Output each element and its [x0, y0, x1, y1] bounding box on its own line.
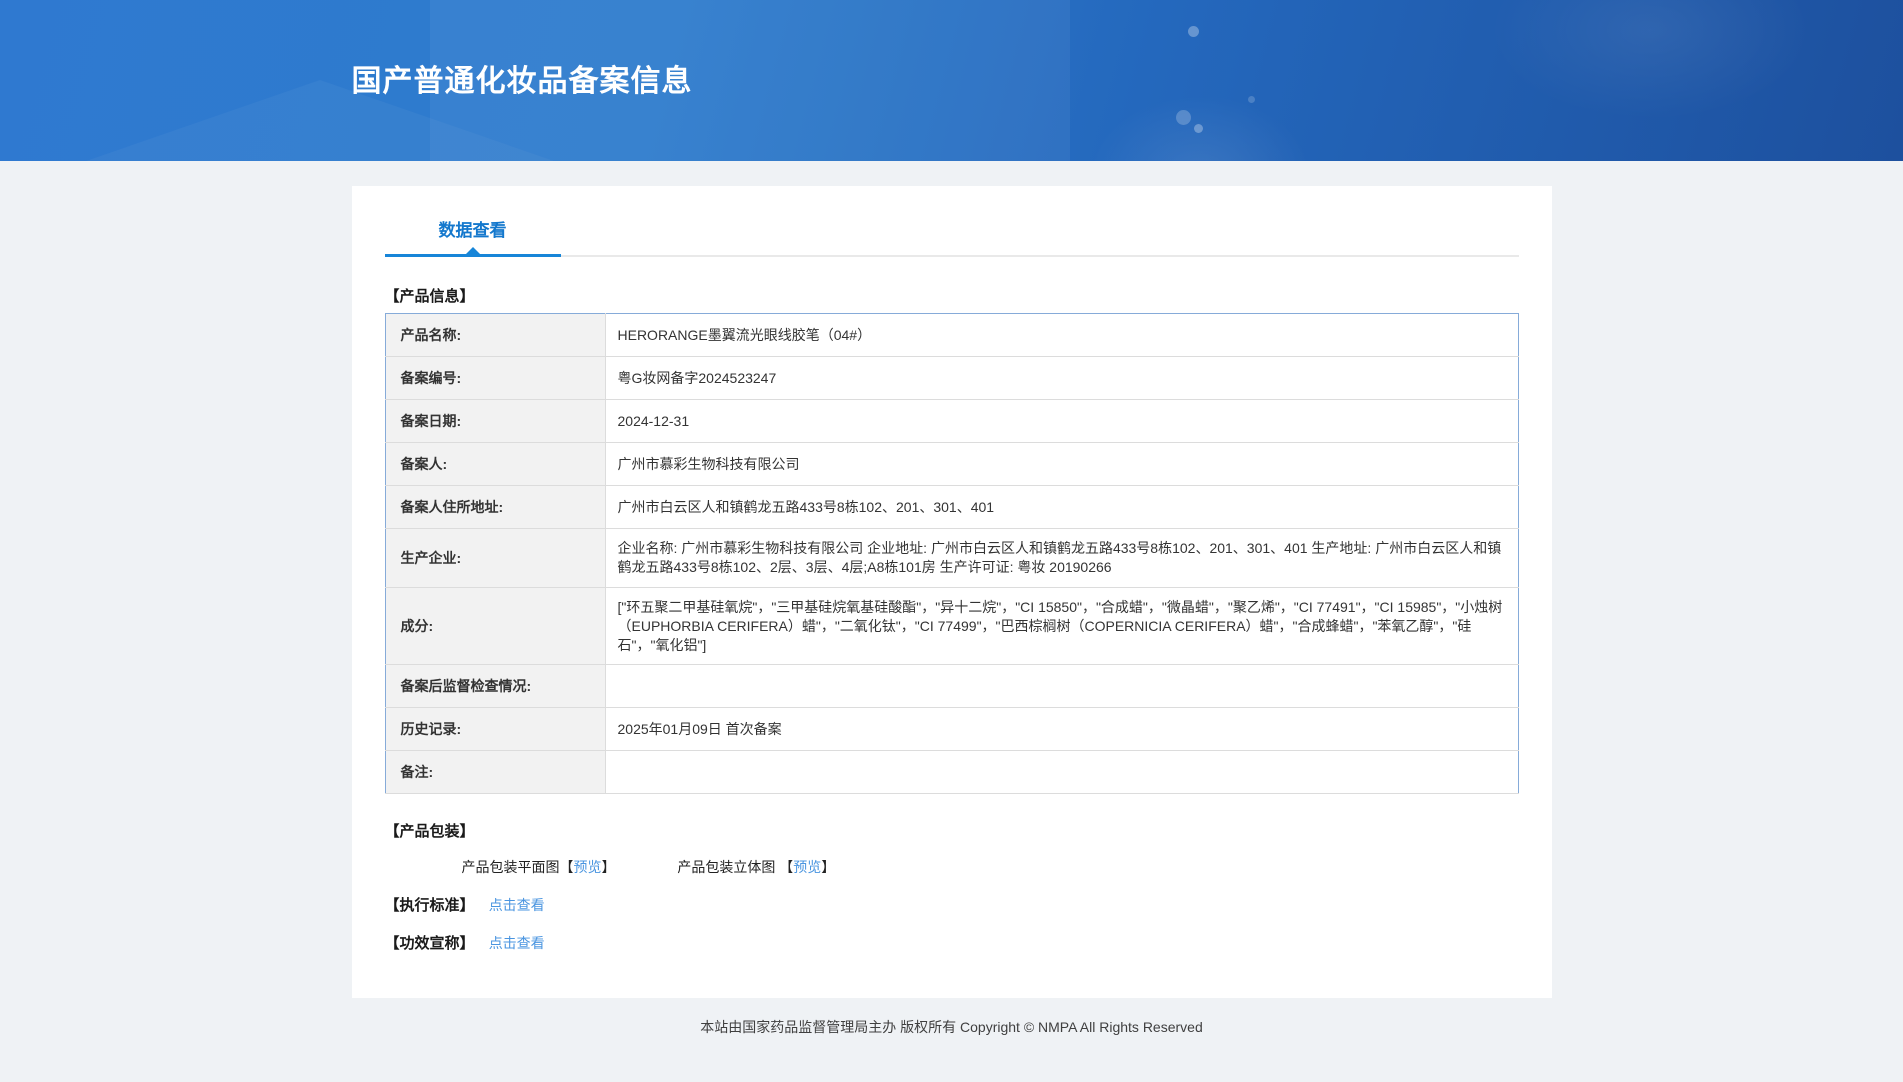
field-value: HERORANGE墨翼流光眼线胶笔（04#） — [604, 313, 1518, 357]
field-value: 2025年01月09日 首次备案 — [604, 707, 1518, 752]
packaging-3d-label: 产品包装立体图 — [677, 859, 780, 876]
section-title-product-info: 【产品信息】 — [384, 288, 475, 305]
field-value: 企业名称: 广州市慕彩生物科技有限公司 企业地址: 广州市白云区人和镇鹤龙五路4… — [604, 528, 1518, 588]
table-row-remarks: 备注: — [385, 750, 1518, 795]
field-label: 备案日期: — [385, 399, 605, 443]
packaging-flat-label: 产品包装平面图 — [461, 859, 560, 876]
section-title-packaging: 【产品包装】 — [384, 823, 475, 841]
tab-bar: 数据查看 — [384, 216, 1519, 257]
packaging-flat-view: 产品包装平面图【预览】 — [462, 857, 616, 877]
field-label: 历史记录: — [385, 707, 605, 752]
table-row-ingredients: 成分: ["环五聚二甲基硅氧烷"，"三甲基硅烷氧基硅酸酯"，"异十二烷"，"CI… — [385, 587, 1518, 666]
execution-standard-row: 【执行标准】 点击查看 — [385, 894, 1519, 915]
section-title-efficacy-claim: 【功效宣称】 — [384, 935, 475, 953]
table-row-filer: 备案人: 广州市慕彩生物科技有限公司 — [385, 442, 1518, 486]
decor-dot — [1176, 110, 1191, 125]
field-value: 广州市慕彩生物科技有限公司 — [604, 442, 1518, 486]
packaging-3d-view: 产品包装立体图 【预览】 — [677, 857, 835, 877]
field-value: ["环五聚二甲基硅氧烷"，"三甲基硅烷氧基硅酸酯"，"异十二烷"，"CI 158… — [604, 587, 1518, 666]
table-row-product-name: 产品名称: HERORANGE墨翼流光眼线胶笔（04#） — [385, 313, 1518, 357]
table-row-filer-address: 备案人住所地址: 广州市白云区人和镇鹤龙五路433号8栋102、201、301、… — [385, 485, 1518, 529]
table-row-manufacturer: 生产企业: 企业名称: 广州市慕彩生物科技有限公司 企业地址: 广州市白云区人和… — [385, 528, 1518, 588]
execution-standard-view-link[interactable]: 点击查看 — [489, 897, 545, 913]
field-value: 2024-12-31 — [604, 399, 1518, 443]
decor-dot — [1194, 124, 1203, 133]
bracket-close: 】 — [821, 859, 836, 876]
page-title: 国产普通化妆品备案信息 — [351, 65, 693, 98]
field-label: 备注: — [385, 750, 605, 795]
table-row-supervision-check: 备案后监督检查情况: — [385, 664, 1518, 709]
efficacy-claim-row: 【功效宣称】 点击查看 — [385, 932, 1519, 953]
field-label: 产品名称: — [385, 313, 605, 357]
decor-glow-blob — [1090, 95, 1310, 161]
field-label: 生产企业: — [385, 528, 605, 588]
section-title-execution-standard: 【执行标准】 — [384, 897, 475, 915]
field-label: 备案人: — [385, 442, 605, 486]
field-label: 备案编号: — [385, 356, 605, 400]
field-value — [604, 664, 1518, 709]
packaging-3d-preview-link[interactable]: 预览 — [793, 859, 821, 875]
page-footer: 本站由国家药品监督管理局主办 版权所有 Copyright © NMPA All… — [700, 1019, 1203, 1036]
field-label: 备案人住所地址: — [385, 485, 605, 529]
bracket-close: 】 — [601, 859, 616, 876]
field-value: 广州市白云区人和镇鹤龙五路433号8栋102、201、301、401 — [604, 485, 1518, 529]
page-header-banner: 国产普通化妆品备案信息 — [0, 0, 1903, 161]
table-row-filing-number: 备案编号: 粤G妆网备字2024523247 — [385, 356, 1518, 400]
bracket-open: 【 — [779, 859, 794, 876]
product-info-table: 产品名称: HERORANGE墨翼流光眼线胶笔（04#） 备案编号: 粤G妆网备… — [384, 313, 1519, 795]
field-value: 粤G妆网备字2024523247 — [604, 356, 1518, 400]
field-label: 备案后监督检查情况: — [385, 664, 605, 709]
table-row-filing-date: 备案日期: 2024-12-31 — [385, 399, 1518, 443]
bracket-open: 【 — [559, 859, 574, 876]
efficacy-claim-view-link[interactable]: 点击查看 — [489, 935, 545, 951]
packaging-flat-preview-link[interactable]: 预览 — [574, 859, 602, 875]
content-card: 数据查看 【产品信息】 产品名称: HERORANGE墨翼流光眼线胶笔（04#）… — [351, 186, 1552, 999]
packaging-previews: 产品包装平面图【预览】 产品包装立体图 【预览】 — [462, 857, 1519, 877]
table-row-history: 历史记录: 2025年01月09日 首次备案 — [385, 707, 1518, 752]
tab-data-view[interactable]: 数据查看 — [384, 216, 561, 257]
field-label: 成分: — [385, 587, 605, 666]
field-value — [604, 750, 1518, 795]
